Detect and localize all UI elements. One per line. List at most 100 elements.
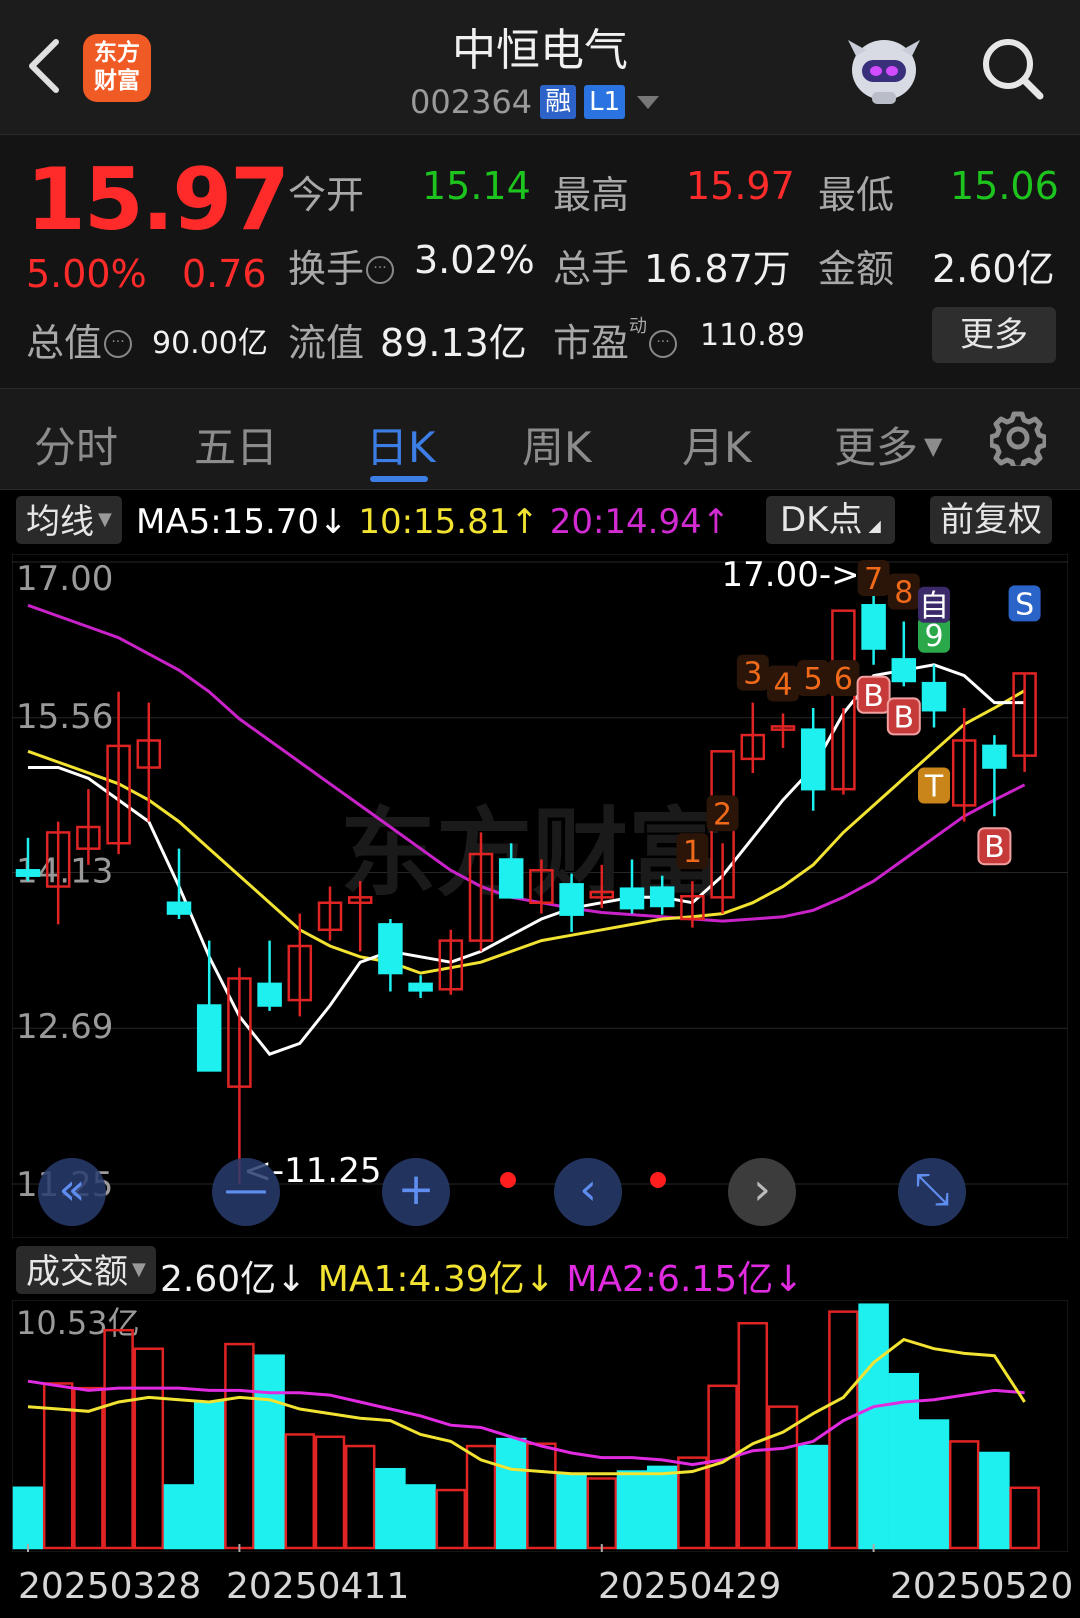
candle-body: [498, 858, 524, 899]
volume-label: 总手: [553, 247, 630, 291]
tab-five-day[interactable]: 五日: [194, 414, 278, 475]
pe-dynamic-mark: 动: [629, 316, 648, 337]
event-dot: [650, 1172, 666, 1188]
fast-backward-button[interactable]: «: [38, 1158, 106, 1226]
more-quote-button[interactable]: 更多: [932, 307, 1056, 363]
tab-monthly-k[interactable]: 月K: [682, 414, 752, 475]
arrow-up-icon: ↑: [510, 502, 539, 542]
step-forward-button[interactable]: ›: [728, 1158, 796, 1226]
volume-value: 16.87万: [644, 247, 791, 291]
signal-label: 3: [743, 657, 762, 692]
volume-chart[interactable]: 10.53亿: [12, 1300, 1068, 1552]
tab-intraday[interactable]: 分时: [34, 414, 118, 475]
volume-bar: [646, 1465, 678, 1550]
float-value: 89.13亿: [380, 321, 527, 365]
volume-bar: [163, 1484, 195, 1550]
chevron-left-icon: [29, 39, 59, 93]
change-amount: 0.76: [182, 252, 267, 296]
open-value: 15.14: [422, 164, 531, 208]
date-label: 20250328: [18, 1566, 202, 1607]
more-dots-icon: ···: [104, 330, 133, 358]
minus-icon: —: [224, 1164, 268, 1215]
stock-code-row[interactable]: 002364 融 L1: [410, 82, 660, 122]
zoom-in-button[interactable]: +: [382, 1158, 450, 1226]
volume-value: 2.60亿: [160, 1259, 277, 1300]
signal-label: 6: [834, 662, 853, 697]
volume-max-label: 10.53亿: [16, 1304, 140, 1342]
candle-body: [196, 1004, 222, 1072]
pe-label[interactable]: 市盈动···: [553, 312, 678, 367]
ma5-value: MA5:15.70: [136, 502, 320, 542]
ma-selector[interactable]: 均线 ▼: [16, 496, 122, 544]
float-label: 流值: [288, 321, 365, 365]
amount-value: 2.60亿: [932, 247, 1055, 291]
arrow-down-icon: ↓: [276, 1259, 307, 1300]
logo-line2: 财富: [94, 68, 140, 94]
margin-tag: 融: [540, 85, 577, 119]
candlestick-chart[interactable]: 17.0015.5614.1312.6911.25东方财富123456789BB…: [12, 554, 1068, 1238]
turnover-value: 3.02%: [414, 238, 535, 282]
signal-label: 4: [773, 667, 792, 702]
date-label: 20250520: [890, 1566, 1074, 1607]
volume-bar: [405, 1484, 436, 1550]
change-percent: 5.00%: [26, 252, 147, 296]
y-tick-label: 12.69: [16, 1007, 113, 1047]
signal-label: S: [1015, 587, 1034, 622]
arrow-up-icon: ↑: [701, 502, 731, 542]
ma-legend: MA5:15.70↓ 10:15.81↑ 20:14.94↑: [136, 502, 730, 542]
gear-icon: [990, 411, 1046, 466]
candle-body: [559, 883, 584, 916]
ma10-value: 10:15.81: [358, 502, 511, 542]
candle-body: [408, 982, 433, 992]
amount-label: 金额: [818, 247, 895, 291]
tab-more[interactable]: 更多 ▼: [834, 414, 942, 475]
signal-label: 2: [713, 797, 732, 832]
expand-icon: ⤡: [914, 1164, 950, 1215]
volume-bar: [616, 1470, 648, 1550]
assistant-robot-icon[interactable]: [842, 30, 926, 108]
signal-label: 7: [864, 562, 883, 597]
step-back-button[interactable]: ‹: [554, 1158, 622, 1226]
volume-bar: [193, 1400, 225, 1550]
candle-body: [982, 744, 1007, 769]
volume-ma1-value: MA1:4.39亿: [317, 1259, 525, 1300]
high-value: 15.97: [686, 164, 795, 208]
ma20-value: 20:14.94: [549, 502, 702, 542]
caret-down-icon: ▼: [132, 1259, 146, 1280]
candle-body: [891, 658, 917, 683]
candle-body: [921, 681, 947, 712]
arrow-down-icon: ↓: [319, 502, 348, 542]
caret-down-icon: [637, 95, 660, 109]
turnover-label[interactable]: 换手 ···: [288, 238, 395, 293]
tab-weekly-k[interactable]: 周K: [522, 414, 592, 475]
mktcap-value: 90.00亿: [152, 326, 268, 361]
mktcap-label[interactable]: 总值 ···: [26, 312, 133, 367]
chart-settings-button[interactable]: [990, 410, 1046, 466]
dk-point-selector[interactable]: DK点 ◢: [766, 496, 895, 544]
volume-bar: [495, 1437, 527, 1550]
last-price: 15.97: [26, 150, 290, 250]
candle-body: [861, 604, 886, 650]
signal-label: T: [924, 770, 944, 805]
candle-body: [166, 901, 192, 915]
app-logo[interactable]: 东方 财富: [83, 34, 151, 102]
active-tab-indicator: [370, 476, 428, 482]
candle-body: [378, 923, 403, 975]
more-dots-icon: ···: [366, 256, 395, 284]
price-adjust-selector[interactable]: 前复权: [930, 496, 1052, 544]
date-label: 20250429: [598, 1566, 782, 1607]
back-button[interactable]: [22, 36, 68, 96]
candle-body: [257, 982, 282, 1007]
fullscreen-button[interactable]: ⤡: [898, 1158, 966, 1226]
volume-indicator-selector[interactable]: 成交额 ▼: [16, 1246, 156, 1294]
level-tag: L1: [584, 85, 626, 119]
signal-label: 8: [894, 575, 913, 610]
more-dots-icon: ···: [649, 330, 678, 358]
date-label: 20250411: [226, 1566, 410, 1607]
event-dot: [500, 1172, 516, 1188]
zoom-out-button[interactable]: —: [212, 1158, 280, 1226]
signal-label: 9: [924, 619, 943, 654]
chevron-left-icon: ‹: [579, 1164, 597, 1215]
search-button[interactable]: [978, 34, 1048, 104]
tab-daily-k[interactable]: 日K: [366, 414, 436, 475]
